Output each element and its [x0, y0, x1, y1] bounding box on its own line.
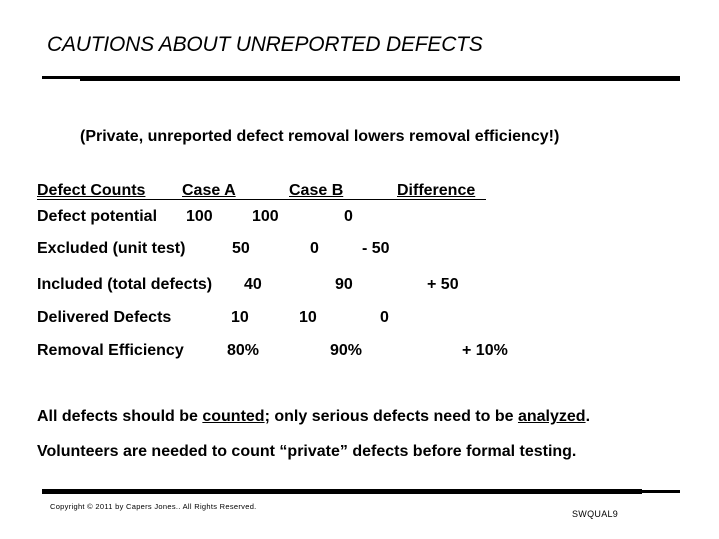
- row-removal-efficiency-label: Removal Efficiency: [37, 342, 184, 359]
- statement1-part3: .: [585, 408, 591, 425]
- row-removal-efficiency-difference: + 10%: [462, 342, 508, 359]
- statement1-part1: All defects should be: [37, 408, 203, 425]
- row-delivered-case-a: 10: [231, 309, 249, 326]
- title-rule-thin: [42, 76, 82, 79]
- header-defect-counts: Defect Counts: [37, 182, 146, 199]
- statement1-part2: ; only serious defects need to be: [264, 408, 518, 425]
- row-excluded-difference: - 50: [362, 240, 390, 257]
- row-defect-potential-case-b: 100: [252, 208, 279, 225]
- header-difference: Difference: [397, 182, 476, 199]
- row-included-case-b: 90: [335, 276, 353, 293]
- statement-volunteers: Volunteers are needed to count “private”…: [37, 443, 577, 460]
- row-delivered-difference: 0: [380, 309, 389, 326]
- row-defect-potential-case-a: 100: [186, 208, 213, 225]
- header-case-a: Case A: [182, 182, 236, 199]
- header-case-b: Case B: [289, 182, 344, 199]
- statement1-analyzed: analyzed: [517, 408, 586, 425]
- statement-counted-analyzed: All defects should be counted; only seri…: [37, 408, 590, 426]
- row-removal-efficiency-case-a: 80%: [227, 342, 260, 359]
- row-excluded-label: Excluded (unit test): [37, 240, 186, 257]
- row-defect-potential-difference: 0: [344, 208, 353, 225]
- statement1-counted: counted: [202, 408, 265, 425]
- header-underline: [37, 199, 486, 200]
- footer-rule: [42, 489, 642, 494]
- row-removal-efficiency-case-b: 90%: [330, 342, 363, 359]
- slide-id: SWQUAL9: [572, 509, 619, 519]
- row-included-label: Included (total defects): [37, 276, 213, 293]
- row-delivered-case-b: 10: [299, 309, 317, 326]
- row-defect-potential-label: Defect potential: [37, 208, 158, 225]
- row-delivered-label: Delivered Defects: [37, 309, 172, 326]
- footer-rule-thin: [640, 490, 680, 493]
- row-included-case-a: 40: [244, 276, 262, 293]
- copyright-notice: Copyright © 2011 by Capers Jones.. All R…: [50, 502, 257, 511]
- row-included-difference: + 50: [427, 276, 459, 293]
- slide-title: CAUTIONS ABOUT UNREPORTED DEFECTS: [47, 33, 483, 56]
- slide-subtitle: (Private, unreported defect removal lowe…: [80, 128, 560, 145]
- title-rule: [80, 76, 680, 81]
- row-excluded-case-b: 0: [310, 240, 319, 257]
- row-excluded-case-a: 50: [232, 240, 250, 257]
